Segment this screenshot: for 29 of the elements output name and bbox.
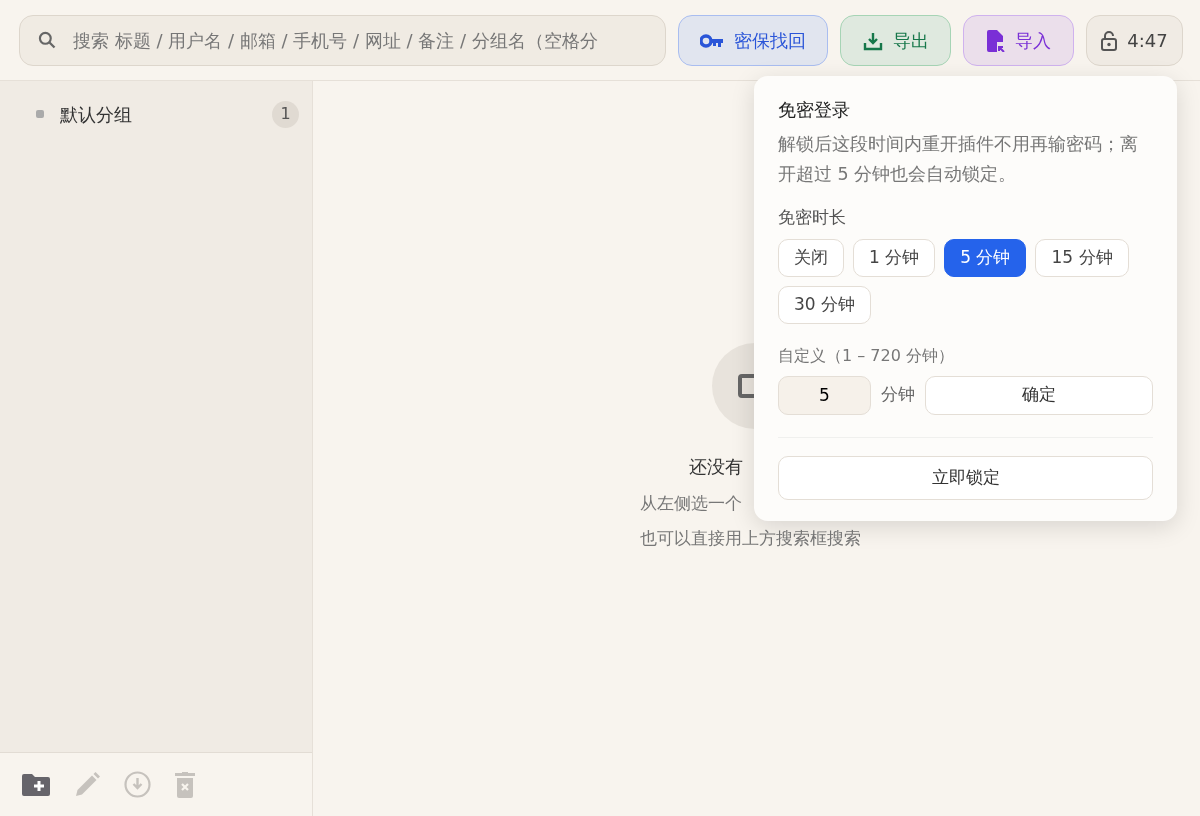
- lock-now-button[interactable]: 立即锁定: [778, 455, 1153, 500]
- popover-title: 免密登录: [778, 98, 851, 122]
- lock-icon: [1101, 30, 1118, 51]
- confirm-button[interactable]: 确定: [925, 375, 1153, 415]
- group-name[interactable]: 默认分组: [60, 100, 256, 128]
- duration-option[interactable]: 1 分钟: [853, 238, 936, 277]
- duration-option[interactable]: 15 分钟: [1035, 238, 1129, 277]
- empty-state-title: 还没有: [689, 455, 743, 479]
- export-button[interactable]: 导出: [840, 15, 951, 66]
- duration-option[interactable]: 关闭: [778, 238, 844, 277]
- custom-label: 自定义（1 – 720 分钟）: [778, 344, 955, 367]
- unit-label: 分钟: [881, 383, 915, 407]
- empty-state-hint: 从左侧选一个: [640, 491, 743, 515]
- recover-button[interactable]: 密保找回: [678, 15, 828, 66]
- duration-label: 免密时长: [778, 206, 847, 229]
- empty-state-hint: 也可以直接用上方搜索框搜索: [640, 527, 862, 550]
- minutes-input[interactable]: 5: [778, 375, 871, 415]
- duration-option[interactable]: 30 分钟: [778, 285, 872, 324]
- popover-description: 解锁后这段时间内重开插件不用再输密码；离开超过 5 分钟也会自动锁定。: [778, 133, 1139, 186]
- new-folder-icon[interactable]: [22, 772, 50, 797]
- count-badge: 1: [272, 100, 299, 128]
- bullet-icon: [36, 110, 44, 118]
- import-button[interactable]: 导入: [963, 15, 1074, 66]
- key-icon: [700, 33, 724, 48]
- file-icon: [986, 29, 1005, 52]
- search-field[interactable]: 搜索 标题 / 用户名 / 邮箱 / 手机号 / 网址 / 备注 / 分组名（空格分: [19, 15, 666, 66]
- download-icon: [862, 30, 883, 51]
- duration-option[interactable]: 5 分钟: [944, 238, 1027, 277]
- lock-button[interactable]: 4:47: [1086, 15, 1183, 66]
